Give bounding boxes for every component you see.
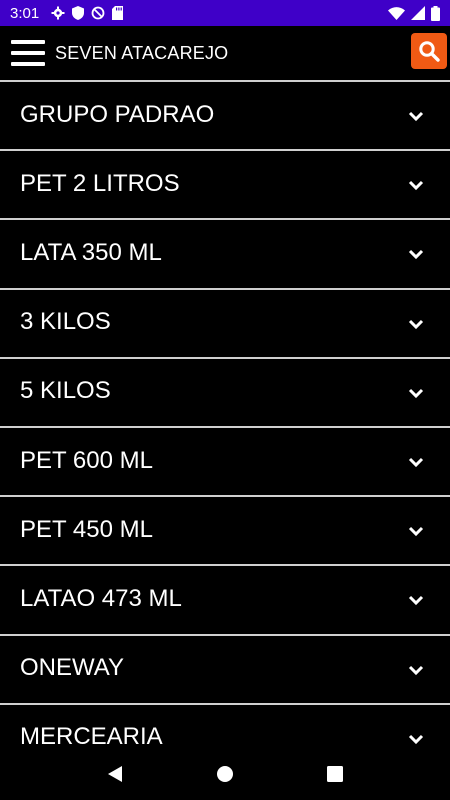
category-label: GRUPO PADRAO — [20, 100, 215, 128]
category-label: 3 KILOS — [20, 308, 111, 336]
battery-icon — [431, 5, 440, 21]
chevron-down-icon — [408, 250, 424, 260]
search-button[interactable] — [411, 33, 447, 69]
category-row[interactable]: PET 450 ML — [0, 495, 450, 564]
category-list: GRUPO PADRAO PET 2 LITROS LATA 350 ML 3 … — [0, 80, 450, 772]
hamburger-menu-icon[interactable] — [11, 40, 45, 66]
home-icon[interactable] — [205, 754, 245, 794]
category-label: ONEWAY — [20, 654, 125, 682]
chevron-down-icon — [408, 665, 424, 675]
gear-icon — [51, 6, 65, 20]
chevron-down-icon — [408, 319, 424, 329]
signal-icon — [411, 6, 425, 20]
category-row[interactable]: 5 KILOS — [0, 356, 450, 426]
category-label: 5 KILOS — [20, 377, 111, 405]
status-icons-right — [388, 5, 440, 21]
back-icon[interactable] — [95, 754, 135, 794]
category-row[interactable]: PET 2 LITROS — [0, 149, 450, 218]
category-row[interactable]: GRUPO PADRAO — [0, 80, 450, 149]
chevron-down-icon — [408, 457, 424, 468]
chevron-down-icon — [408, 596, 424, 606]
status-time: 3:01 — [10, 4, 40, 22]
sd-card-icon — [112, 6, 124, 20]
category-label: LATA 350 ML — [20, 238, 162, 266]
chevron-down-icon — [408, 388, 424, 398]
wifi-icon — [388, 6, 405, 20]
chevron-down-icon — [408, 111, 424, 122]
category-row[interactable]: LATAO 473 ML — [0, 564, 450, 633]
chevron-down-icon — [408, 734, 424, 744]
shield-icon — [72, 6, 85, 20]
category-row[interactable]: ONEWAY — [0, 633, 450, 703]
recents-icon[interactable] — [315, 754, 355, 794]
chevron-down-icon — [408, 181, 424, 191]
category-row[interactable]: 3 KILOS — [0, 287, 450, 357]
status-icons-left — [51, 6, 124, 20]
chevron-down-icon — [408, 527, 424, 537]
category-label: PET 2 LITROS — [20, 169, 180, 197]
app-title: SEVEN ATACAREJO — [55, 42, 229, 63]
category-label: LATAO 473 ML — [20, 584, 182, 612]
system-nav-bar — [0, 748, 450, 800]
app-header: SEVEN ATACAREJO — [0, 26, 450, 80]
category-row[interactable]: PET 600 ML — [0, 425, 450, 495]
category-row[interactable]: LATA 350 ML — [0, 218, 450, 287]
category-label: PET 450 ML — [20, 515, 153, 543]
category-label: PET 600 ML — [20, 446, 153, 474]
status-bar: 3:01 — [0, 0, 450, 26]
no-sync-icon — [91, 6, 105, 20]
search-icon — [419, 41, 440, 62]
